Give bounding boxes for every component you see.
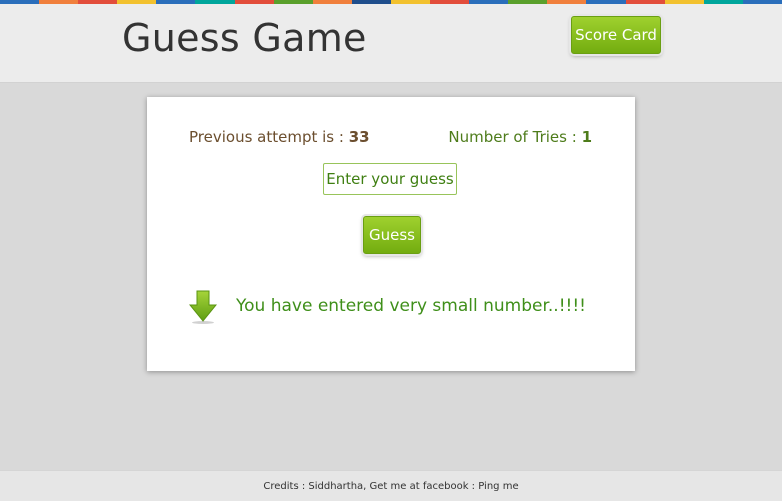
footer: Credits : Siddhartha, Get me at facebook…: [0, 470, 782, 501]
tries-label: Number of Tries :: [448, 128, 577, 146]
feedback-message: You have entered very small number..!!!!: [236, 296, 586, 316]
guess-button[interactable]: Guess: [363, 216, 421, 254]
page-title: Guess Game: [122, 16, 367, 60]
credits-text: Credits : Siddhartha, Get me at facebook…: [263, 480, 476, 492]
number-of-tries: Number of Tries : 1: [448, 128, 592, 146]
game-card: Previous attempt is : 33 Number of Tries…: [147, 97, 635, 371]
previous-attempt-value: 33: [348, 128, 370, 146]
score-card-button[interactable]: Score Card: [571, 16, 661, 54]
down-arrow-icon: [189, 290, 217, 324]
header: Guess Game Score Card: [0, 4, 782, 83]
tries-value: 1: [581, 128, 592, 146]
guess-input[interactable]: [323, 163, 457, 195]
ping-me-link[interactable]: Ping me: [478, 481, 518, 492]
previous-attempt-label: Previous attempt is :: [189, 128, 344, 146]
previous-attempt: Previous attempt is : 33: [189, 128, 370, 146]
